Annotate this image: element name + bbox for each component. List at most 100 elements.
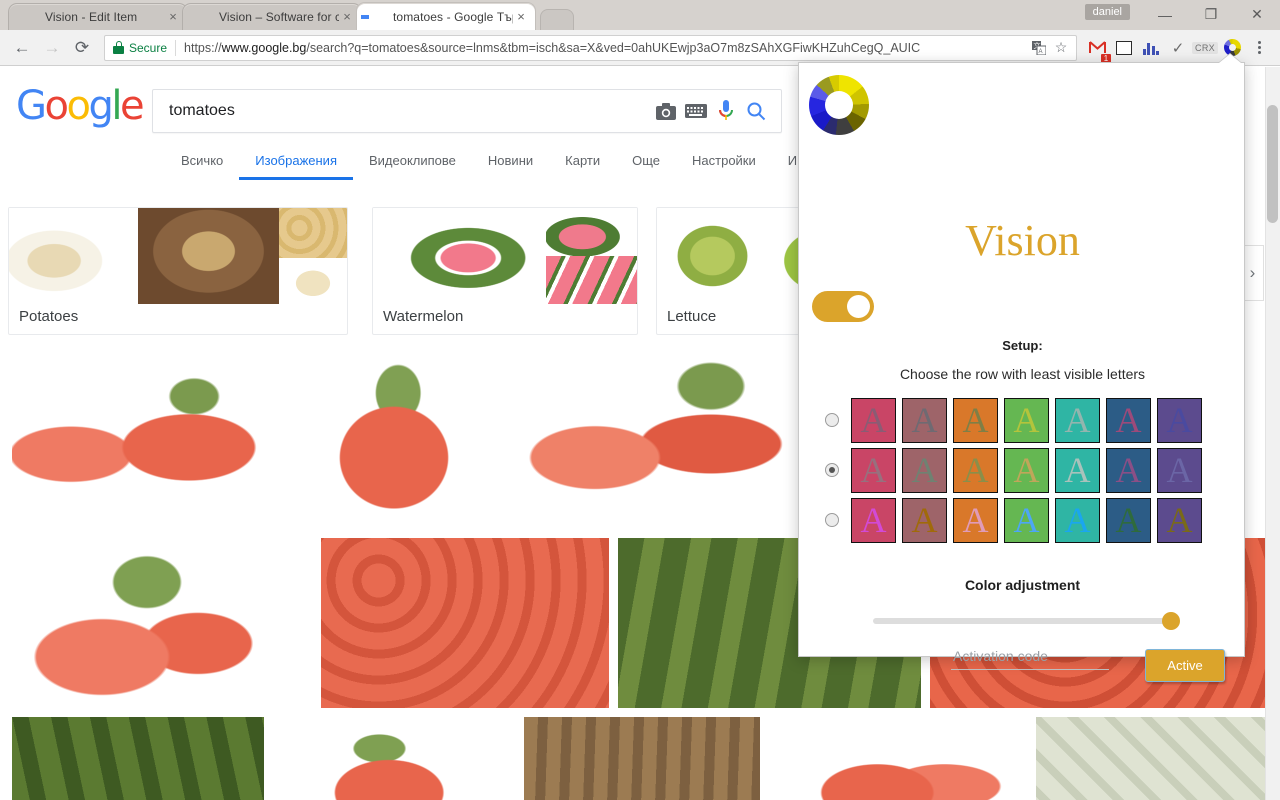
tab-title: tomatoes - Google Търсе	[393, 9, 513, 24]
search-bar[interactable]: tomatoes	[152, 89, 782, 133]
activation-code-input[interactable]	[951, 646, 1109, 670]
gmail-icon[interactable]: 1	[1084, 35, 1111, 64]
search-icon[interactable]	[741, 96, 771, 126]
keyboard-icon[interactable]	[681, 96, 711, 126]
camera-icon[interactable]	[651, 96, 681, 126]
swatch-cell[interactable]: A	[1055, 497, 1100, 543]
swatch-cell[interactable]: A	[902, 397, 947, 443]
window-user-label[interactable]: daniel	[1084, 4, 1130, 20]
page-scrollbar[interactable]	[1265, 67, 1280, 800]
swatch-cell[interactable]: A	[1157, 397, 1202, 443]
swatch-cell[interactable]: A	[1106, 497, 1151, 543]
swatch-cell[interactable]: A	[953, 497, 998, 543]
related-card-potatoes[interactable]: Potatoes	[8, 207, 348, 335]
tab-strip: Vision - Edit Item × Vision – Software f…	[0, 0, 574, 30]
new-tab-button[interactable]	[540, 9, 574, 30]
swatch-cell[interactable]: A	[851, 397, 896, 443]
setup-instruction: Choose the row with least visible letter…	[899, 366, 1146, 382]
result-image[interactable]	[1036, 717, 1280, 800]
tab-google-tomatoes[interactable]: tomatoes - Google Търсе ×	[356, 2, 536, 30]
swatch-cell[interactable]: A	[902, 447, 947, 493]
active-button[interactable]: Active	[1145, 649, 1225, 682]
swatch-cell[interactable]: A	[1004, 397, 1049, 443]
url-path: /search?q=tomatoes&source=lnms&tbm=isch&…	[306, 40, 921, 55]
result-image[interactable]	[12, 359, 280, 529]
result-image[interactable]	[769, 717, 1027, 800]
result-image[interactable]	[508, 359, 798, 529]
result-image[interactable]	[273, 717, 515, 800]
swatch-cell[interactable]: A	[1004, 447, 1049, 493]
swatch-cell[interactable]: A	[1055, 397, 1100, 443]
swatch-cell[interactable]: A	[1004, 497, 1049, 543]
swatch-row[interactable]: A A A A A A A	[825, 445, 1225, 495]
swatch-cell[interactable]: A	[1106, 447, 1151, 493]
address-bar[interactable]: Secure https://www.google.bg/search?q=to…	[104, 34, 1077, 61]
result-image[interactable]	[289, 359, 499, 529]
nav-tab-settings[interactable]: Настройки	[676, 149, 772, 180]
checkmark-icon[interactable]: ✓	[1165, 35, 1191, 61]
related-card-watermelon[interactable]: Watermelon	[372, 207, 638, 335]
nav-tab-videos[interactable]: Видеоклипове	[353, 149, 472, 180]
close-icon[interactable]: ✕	[1234, 0, 1280, 29]
microphone-icon[interactable]	[711, 96, 741, 126]
swatch-cell[interactable]: A	[953, 447, 998, 493]
slider-knob[interactable]	[1162, 612, 1180, 630]
nav-tab-images[interactable]: Изображения	[239, 149, 353, 180]
tab-vision-edit-item[interactable]: Vision - Edit Item ×	[8, 3, 188, 30]
swatch-row[interactable]: A A A A A A A	[825, 495, 1225, 545]
bookmark-star-icon[interactable]: ☆	[1050, 37, 1072, 59]
reload-icon[interactable]: ⟳	[68, 34, 96, 62]
swatch-cell[interactable]: A	[1157, 447, 1202, 493]
result-image[interactable]	[524, 717, 760, 800]
thumbnail	[545, 208, 637, 304]
secure-label: Secure	[129, 40, 168, 55]
vision-extension-popup: Vision Setup: Choose the row with least …	[798, 62, 1245, 682]
nav-tab-more[interactable]: Още	[616, 149, 676, 180]
search-input[interactable]: tomatoes	[169, 102, 651, 120]
url-host: www.google.bg	[221, 40, 307, 55]
slider-track[interactable]	[873, 618, 1173, 624]
color-wheel-icon	[195, 9, 211, 25]
swatch-cell[interactable]: A	[1106, 397, 1151, 443]
related-thumbnails	[373, 208, 637, 304]
swatch-cell[interactable]: A	[902, 497, 947, 543]
crx-icon[interactable]: CRX	[1192, 35, 1218, 61]
nav-tab-news[interactable]: Новини	[472, 149, 549, 180]
related-card-label: Watermelon	[383, 308, 464, 325]
swatch-cell[interactable]: A	[1157, 497, 1202, 543]
tab-vision-software[interactable]: Vision – Software for colo ×	[182, 3, 362, 30]
minimize-icon[interactable]: —	[1142, 0, 1188, 29]
close-icon[interactable]: ×	[165, 9, 181, 25]
vision-enable-toggle[interactable]	[812, 291, 874, 322]
color-adjustment-slider[interactable]	[873, 612, 1180, 630]
swatch-cell[interactable]: A	[851, 497, 896, 543]
swatch-row-radio-1[interactable]	[825, 413, 839, 427]
svg-text:A: A	[1039, 49, 1043, 55]
swatch-row-radio-2[interactable]	[825, 463, 839, 477]
result-image[interactable]	[12, 538, 312, 708]
back-icon[interactable]: ←	[8, 34, 36, 62]
panel-icon[interactable]	[1111, 35, 1137, 61]
thumbnail	[279, 208, 347, 304]
related-thumbnails	[9, 208, 347, 304]
maximize-icon[interactable]: ❐	[1188, 0, 1234, 29]
swatch-row-radio-3[interactable]	[825, 513, 839, 527]
swatch-cell[interactable]: A	[1055, 447, 1100, 493]
swatch-cell[interactable]: A	[953, 397, 998, 443]
bar-chart-icon[interactable]	[1138, 35, 1164, 61]
page-scrollbar-thumb[interactable]	[1267, 105, 1278, 223]
result-image[interactable]	[321, 538, 609, 708]
result-image[interactable]	[12, 717, 264, 800]
close-icon[interactable]: ×	[339, 9, 355, 25]
swatch-row[interactable]: A A A A A A A	[825, 395, 1225, 445]
forward-icon[interactable]: →	[38, 34, 66, 62]
swatch-cell[interactable]: A	[851, 447, 896, 493]
popup-pointer	[1219, 54, 1241, 63]
google-logo[interactable]: Google	[16, 83, 145, 129]
close-icon[interactable]: ×	[513, 9, 529, 25]
nav-tab-maps[interactable]: Карти	[549, 149, 616, 180]
translate-icon[interactable]: 文A	[1028, 37, 1050, 59]
three-dots-menu-icon[interactable]	[1246, 35, 1272, 61]
nav-tab-all[interactable]: Всичко	[165, 149, 239, 180]
browser-toolbar: ← → ⟳ Secure https://www.google.bg/searc…	[0, 30, 1280, 66]
